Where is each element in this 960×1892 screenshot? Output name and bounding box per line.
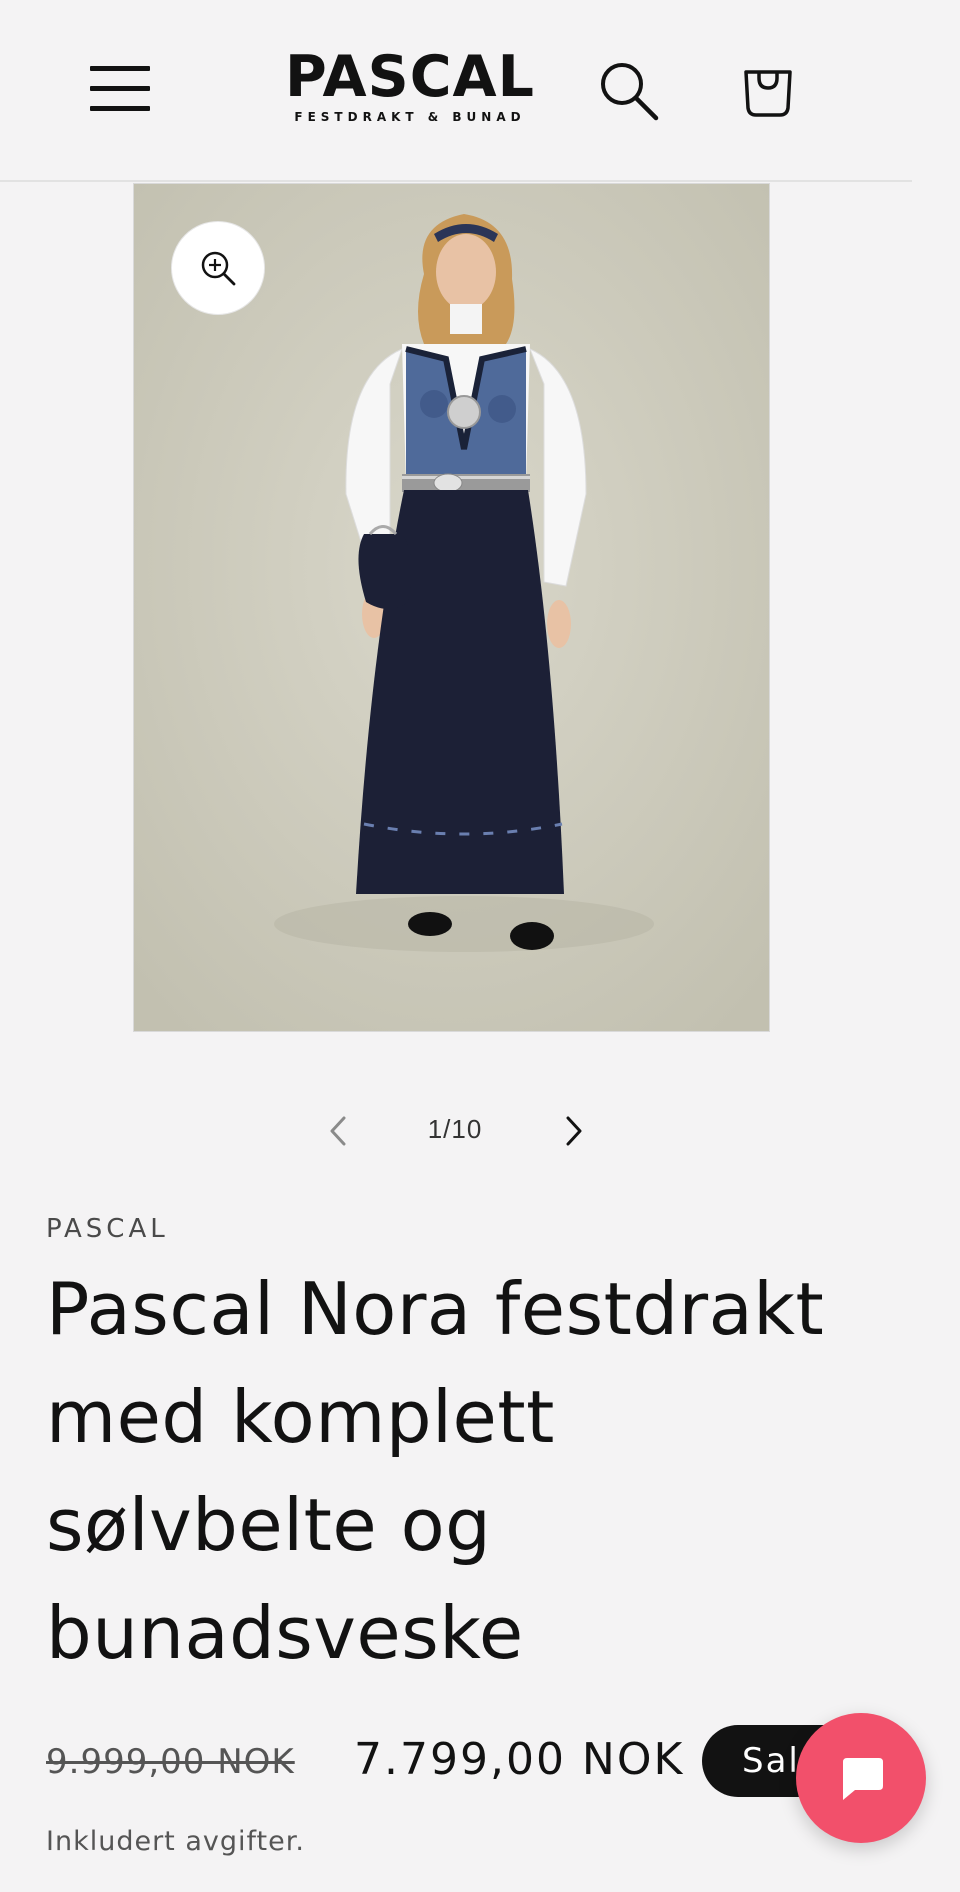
tax-note: Inkludert avgifter.: [46, 1826, 305, 1857]
chevron-right-icon: [566, 1116, 582, 1146]
regular-price: 9.999,00 NOK: [46, 1742, 295, 1782]
search-icon[interactable]: [598, 60, 660, 122]
zoom-icon: [201, 251, 236, 286]
chevron-left-icon: [330, 1116, 346, 1146]
menu-icon[interactable]: [90, 62, 152, 114]
product-title: Pascal Nora festdrakt med komplett sølvb…: [46, 1267, 825, 1675]
next-slide-button[interactable]: [556, 1112, 590, 1150]
previous-slide-button[interactable]: [322, 1112, 356, 1150]
cart-icon[interactable]: [742, 60, 794, 120]
slide-counter: 1/10: [427, 1114, 483, 1144]
zoom-button[interactable]: [171, 221, 265, 315]
logo[interactable]: PASCAL FESTDRAKT & BUNAD: [270, 46, 550, 124]
chat-button[interactable]: [796, 1713, 926, 1843]
product-vendor: PASCAL: [46, 1214, 169, 1244]
sale-price: 7.799,00 NOK: [354, 1734, 685, 1785]
chat-icon: [843, 1758, 883, 1800]
logo-name: PASCAL: [285, 44, 535, 110]
site-header: PASCAL FESTDRAKT & BUNAD: [0, 0, 912, 182]
logo-tagline: FESTDRAKT & BUNAD: [294, 110, 526, 124]
